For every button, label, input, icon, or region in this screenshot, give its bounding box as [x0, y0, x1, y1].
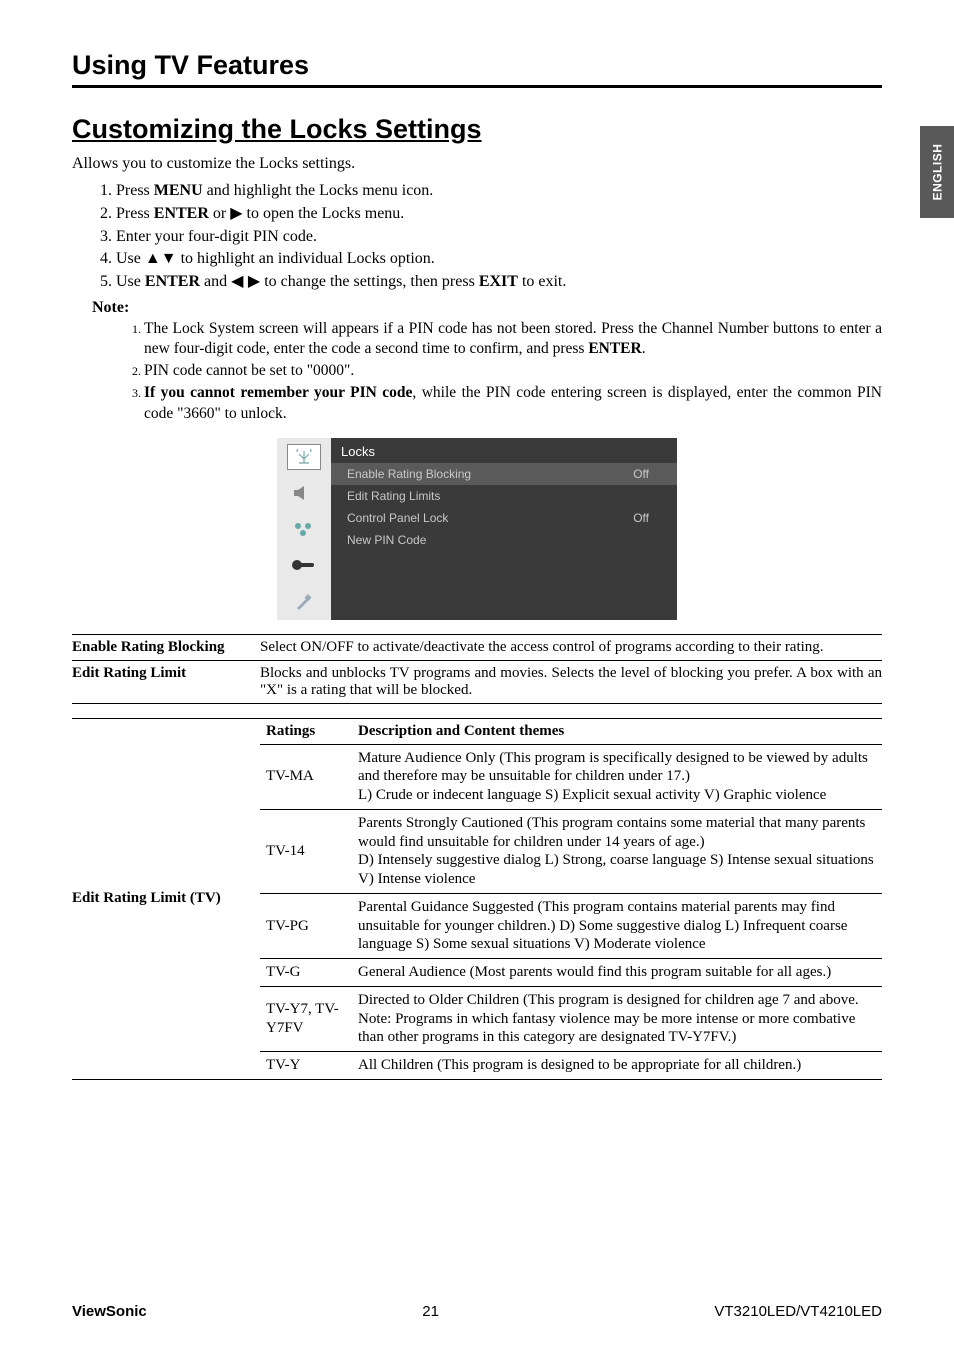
- footer-model: VT3210LED/VT4210LED: [714, 1303, 882, 1320]
- definitions: Enable Rating Blocking Select ON/OFF to …: [72, 634, 882, 704]
- osd-row-edit-limits: Edit Rating Limits: [331, 485, 677, 507]
- rating-code: TV-14: [260, 809, 352, 893]
- step-text: to exit.: [518, 273, 566, 290]
- note-label: Note:: [92, 299, 882, 317]
- osd-row-label: New PIN Code: [347, 533, 426, 547]
- ratings-header-col2: Description and Content themes: [352, 719, 882, 745]
- osd-row-label: Enable Rating Blocking: [347, 467, 471, 481]
- footer-page: 21: [422, 1303, 439, 1320]
- rating-code: TV-MA: [260, 744, 352, 809]
- arrow-right-icon: ▶: [230, 205, 242, 222]
- step-text: Use: [116, 273, 145, 290]
- key-exit: EXIT: [479, 273, 518, 290]
- note-3: If you cannot remember your PIN code, wh…: [144, 383, 882, 423]
- step-text: to open the Locks menu.: [243, 205, 405, 222]
- osd-row-enable-rating: Enable Rating Blocking Off: [331, 463, 677, 485]
- table-row: TV-Y7, TV-Y7FV Directed to Older Childre…: [260, 986, 882, 1051]
- step-3: Enter your four-digit PIN code.: [116, 227, 882, 248]
- rating-code: TV-PG: [260, 893, 352, 958]
- def-body: Select ON/OFF to activate/deactivate the…: [260, 635, 882, 660]
- antenna-icon: [287, 444, 321, 470]
- table-row: TV-PG Parental Guidance Suggested (This …: [260, 893, 882, 958]
- osd-row-new-pin: New PIN Code: [331, 529, 677, 551]
- def-enable-rating: Enable Rating Blocking Select ON/OFF to …: [72, 634, 882, 660]
- section-title: Customizing the Locks Settings: [72, 114, 882, 145]
- rating-desc: Parents Strongly Cautioned (This program…: [352, 809, 882, 893]
- note-text: .: [642, 340, 646, 357]
- language-tab: ENGLISH: [920, 126, 954, 218]
- step-text: Press: [116, 182, 154, 199]
- steps-list: Press MENU and highlight the Locks menu …: [116, 181, 882, 293]
- key-menu: MENU: [154, 182, 203, 199]
- lock-icon: [287, 552, 321, 578]
- language-tab-label: ENGLISH: [930, 144, 944, 201]
- def-body: Blocks and unblocks TV programs and movi…: [260, 661, 882, 703]
- channels-icon: [287, 516, 321, 542]
- notes-list: The Lock System screen will appears if a…: [144, 319, 882, 424]
- def-label: Enable Rating Blocking: [72, 635, 260, 660]
- table-row: TV-MA Mature Audience Only (This program…: [260, 744, 882, 809]
- rating-code: TV-G: [260, 959, 352, 987]
- table-row: TV-G General Audience (Most parents woul…: [260, 959, 882, 987]
- rating-desc: All Children (This program is designed t…: [352, 1052, 882, 1079]
- note-text-bold: If you cannot remember your PIN code: [144, 384, 412, 401]
- step-text: and: [200, 273, 231, 290]
- def-edit-limit: Edit Rating Limit Blocks and unblocks TV…: [72, 660, 882, 704]
- table-row: TV-Y All Children (This program is desig…: [260, 1052, 882, 1079]
- arrow-leftright-icon: ◀ ▶: [231, 273, 260, 290]
- step-text: or: [209, 205, 230, 222]
- divider: [72, 85, 882, 88]
- settings-icon: [287, 588, 321, 614]
- step-text: to change the settings, then press: [260, 273, 479, 290]
- osd-title: Locks: [331, 438, 677, 463]
- footer-brand: ViewSonic: [72, 1303, 147, 1320]
- step-1: Press MENU and highlight the Locks menu …: [116, 181, 882, 202]
- rating-desc: Parental Guidance Suggested (This progra…: [352, 893, 882, 958]
- intro-text: Allows you to customize the Locks settin…: [72, 155, 882, 173]
- page-footer: ViewSonic 21 VT3210LED/VT4210LED: [72, 1303, 882, 1320]
- osd-row-label: Edit Rating Limits: [347, 489, 440, 503]
- step-5: Use ENTER and ◀ ▶ to change the settings…: [116, 272, 882, 293]
- osd-panel: Locks Enable Rating Blocking Off Edit Ra…: [331, 438, 677, 620]
- arrow-updown-icon: ▲▼: [145, 250, 177, 267]
- rating-desc: General Audience (Most parents would fin…: [352, 959, 882, 987]
- osd-row-label: Control Panel Lock: [347, 511, 448, 525]
- osd-menu: Locks Enable Rating Blocking Off Edit Ra…: [277, 438, 677, 620]
- chapter-title: Using TV Features: [72, 50, 882, 81]
- key-enter: ENTER: [154, 205, 209, 222]
- osd-row-value: Off: [633, 511, 649, 525]
- table-row: TV-14 Parents Strongly Cautioned (This p…: [260, 809, 882, 893]
- def-label: Edit Rating Limit: [72, 661, 260, 703]
- rating-desc: Mature Audience Only (This program is sp…: [352, 744, 882, 809]
- step-text: to highlight an individual Locks option.: [177, 250, 435, 267]
- rating-desc: Directed to Older Children (This program…: [352, 986, 882, 1051]
- note-1: The Lock System screen will appears if a…: [144, 319, 882, 359]
- note-2: PIN code cannot be set to "0000".: [144, 361, 882, 381]
- key-enter: ENTER: [588, 340, 641, 357]
- ratings-header-col1: Ratings: [260, 719, 352, 745]
- ratings-table: Edit Rating Limit (TV) Ratings Descripti…: [72, 718, 882, 1080]
- ratings-section-label: Edit Rating Limit (TV): [72, 719, 260, 1079]
- rating-code: TV-Y7, TV-Y7FV: [260, 986, 352, 1051]
- key-enter: ENTER: [145, 273, 200, 290]
- step-text: Use: [116, 250, 145, 267]
- speaker-icon: [287, 480, 321, 506]
- step-4: Use ▲▼ to highlight an individual Locks …: [116, 249, 882, 270]
- osd-row-control-panel: Control Panel Lock Off: [331, 507, 677, 529]
- step-2: Press ENTER or ▶ to open the Locks menu.: [116, 204, 882, 225]
- step-text: Press: [116, 205, 154, 222]
- step-text: and highlight the Locks menu icon.: [203, 182, 434, 199]
- note-text: The Lock System screen will appears if a…: [144, 320, 882, 357]
- rating-code: TV-Y: [260, 1052, 352, 1079]
- osd-icon-strip: [277, 438, 331, 620]
- ratings-grid: Ratings Description and Content themes T…: [260, 719, 882, 1079]
- osd-row-value: Off: [633, 467, 649, 481]
